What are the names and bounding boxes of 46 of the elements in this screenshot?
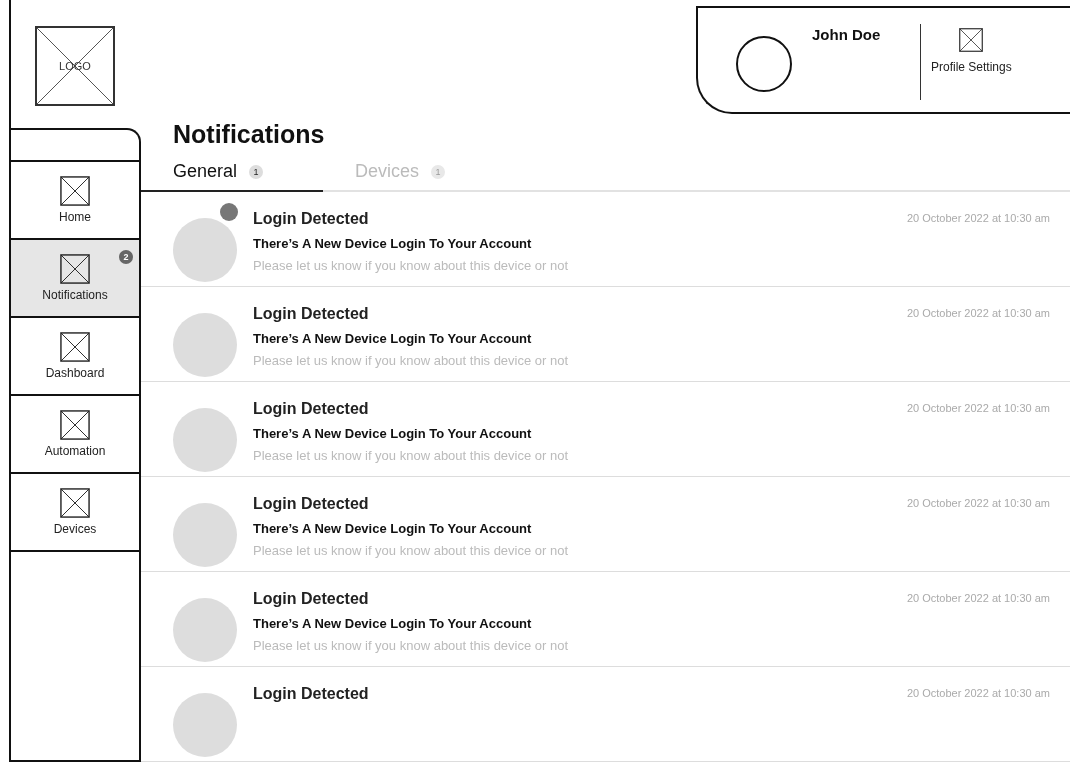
notification-subtitle: There’s A New Device Login To Your Account — [253, 521, 533, 536]
notification-title: Login Detected — [253, 400, 370, 418]
sidebar-item[interactable]: Notifications 2 — [11, 240, 139, 318]
count-badge: 1 — [431, 164, 446, 179]
count-badge: 2 — [119, 250, 133, 264]
notification-row[interactable]: Login Detected There’s A New Device Login To Your Account Please let us know if you know about this device or not 20 October 2022 at 10:30 am — [141, 192, 1070, 287]
image-placeholder-icon — [60, 410, 90, 440]
avatar-circle — [736, 36, 792, 92]
notification-subtitle: There’s A New Device Login To Your Account — [253, 331, 533, 346]
notification-row[interactable]: Login Detected There’s A New Device Login To Your Account Please let us know if you know about this device or not 20 October 2022 at 10:30 am — [141, 287, 1070, 382]
notification-description: Please let us know if you know about this device or not — [253, 353, 570, 368]
sidebar-item[interactable]: Devices — [11, 474, 139, 552]
notification-title: Login Detected — [253, 210, 370, 228]
page-title: Notifications — [173, 120, 326, 149]
timestamp: 20 October 2022 at 10:30 am — [906, 592, 1050, 604]
profile-settings-button[interactable]: Profile Settings — [931, 24, 1012, 74]
sidebar-item[interactable]: Automation — [11, 396, 139, 474]
notification-description: Please let us know if you know about this device or not — [253, 543, 570, 558]
image-placeholder-icon — [60, 332, 90, 362]
notification-subtitle: There’s A New Device Login To Your Account — [253, 616, 533, 631]
timestamp: 20 October 2022 at 10:30 am — [906, 687, 1050, 699]
notification-row[interactable]: Login Detected There’s A New Device Login To Your Account Please let us know if you know about this device or not 20 October 2022 at 10:30 am — [141, 382, 1070, 477]
notification-row[interactable]: Login Detected 20 October 2022 at 10:30 am — [141, 667, 1070, 762]
tab[interactable]: General 1 — [141, 161, 323, 192]
notification-title: Login Detected — [253, 305, 370, 323]
notification-subtitle: There’s A New Device Login To Your Account — [253, 236, 533, 251]
notification-row[interactable]: Login Detected There’s A New Device Login To Your Account Please let us know if you know about this device or not 20 October 2022 at 10:30 am — [141, 572, 1070, 667]
timestamp: 20 October 2022 at 10:30 am — [906, 402, 1050, 414]
timestamp: 20 October 2022 at 10:30 am — [906, 212, 1050, 224]
notification-description: Please let us know if you know about this device or not — [253, 258, 570, 273]
image-placeholder-icon — [959, 28, 984, 52]
timestamp: 20 October 2022 at 10:30 am — [906, 307, 1050, 319]
notification-description: Please let us know if you know about this device or not — [253, 448, 570, 463]
count-badge: 1 — [249, 164, 264, 179]
notification-title: Login Detected — [253, 590, 370, 608]
notification-title: Login Detected — [253, 495, 370, 513]
image-placeholder-icon — [60, 254, 90, 284]
notification-description: Please let us know if you know about this device or not — [253, 638, 570, 653]
sidebar-item[interactable]: Dashboard — [11, 318, 139, 396]
timestamp: 20 October 2022 at 10:30 am — [906, 497, 1050, 509]
image-placeholder-icon — [60, 176, 90, 206]
image-placeholder-icon — [60, 488, 90, 518]
notification-subtitle: There’s A New Device Login To Your Account — [253, 426, 533, 441]
user-name: John Doe — [812, 26, 882, 43]
notification-row[interactable]: Login Detected There’s A New Device Login To Your Account Please let us know if you know about this device or not 20 October 2022 at 10:30 am — [141, 477, 1070, 572]
notification-title: Login Detected — [253, 685, 370, 703]
